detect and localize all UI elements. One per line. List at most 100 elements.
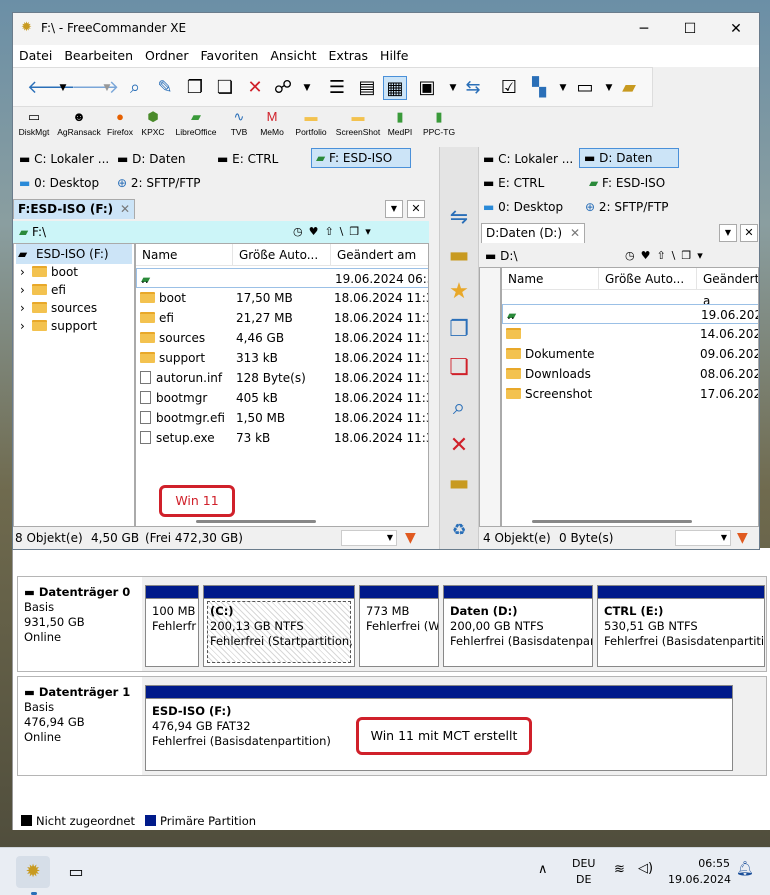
left-tab[interactable]: F:ESD-ISO (F:) ✕ — [13, 199, 135, 219]
partition-recovery[interactable]: 100 MB Fehlerfr — [145, 585, 199, 667]
right-drive-sftp[interactable]: ⊕ 2: SFTP/FTP — [581, 197, 673, 217]
partition-e[interactable]: CTRL (E:) 530,51 GB NTFS Fehlerfrei (Basis… — [597, 585, 765, 667]
search-icon[interactable]: ⌕ — [442, 391, 476, 425]
tool-agransack[interactable]: ☻ AgRansack — [55, 109, 103, 137]
left-drive-d[interactable]: ▬ D: Daten — [113, 149, 190, 169]
move-icon[interactable]: ❏ — [213, 76, 237, 100]
tool-portfolio[interactable]: ▬ Portfolio — [291, 109, 331, 137]
forward-dropdown-icon[interactable]: ▼ — [95, 76, 119, 100]
tree-view-icon[interactable]: ☰ — [325, 76, 349, 100]
menu-hilfe[interactable]: Hilfe — [374, 45, 414, 63]
freecommander-taskbar-icon[interactable]: ✹ — [16, 856, 50, 888]
path-tools-icon[interactable]: ◷♥⇧\❐▾ — [293, 221, 377, 243]
filter-dropdown[interactable]: ▼ — [675, 530, 731, 546]
table-row[interactable]: ▰..19.06.2024 — [502, 304, 758, 324]
delete-icon[interactable]: ✕ — [243, 76, 267, 100]
tab-close-icon[interactable]: ✕ — [570, 224, 580, 243]
volume-icon[interactable]: ◁) — [638, 861, 653, 876]
chevron-up-icon[interactable]: ∧ — [538, 862, 548, 877]
forward-icon[interactable]: 🡒 — [71, 76, 119, 100]
wifi-icon[interactable]: ≋ — [614, 862, 625, 877]
column-name[interactable]: Name — [136, 244, 232, 266]
layout-dropdown-icon[interactable]: ▼ — [551, 76, 575, 100]
favorites-star-icon[interactable]: ★ — [442, 275, 476, 309]
preview-icon[interactable]: ▣ — [415, 76, 439, 100]
tab-menu-icon[interactable]: ▼ — [385, 200, 403, 218]
filter-icon[interactable]: ▼ — [405, 527, 416, 549]
tool-libreoffice[interactable]: ▰ LibreOffice — [171, 109, 221, 137]
left-path-bar[interactable]: ▰ F:\ ◷♥⇧\❐▾ — [13, 221, 429, 243]
tool-tvb[interactable]: ∿ TVB — [227, 109, 251, 137]
right-tab[interactable]: D:Daten (D:) ✕ — [481, 223, 585, 243]
column-size[interactable]: Größe Auto... — [232, 244, 330, 266]
column-date[interactable]: Geändert a — [696, 268, 758, 308]
column-name[interactable]: Name — [502, 268, 598, 290]
right-drive-d[interactable]: ▬ D: Daten — [579, 148, 679, 168]
copy-files-icon[interactable]: ❐ — [442, 313, 476, 347]
details-view-icon[interactable]: ▦ — [383, 76, 407, 100]
checklist-icon[interactable]: ☑ — [497, 76, 521, 100]
right-drive-f[interactable]: ▰ F: ESD-ISO — [585, 173, 669, 193]
menu-bearbeiten[interactable]: Bearbeiten — [58, 45, 139, 63]
left-drive-sftp[interactable]: ⊕ 2: SFTP/FTP — [113, 173, 205, 193]
left-drive-c[interactable]: ▬ C: Lokaler ... — [15, 149, 113, 169]
tool-firefox[interactable]: ● Firefox — [105, 109, 135, 137]
right-drive-c[interactable]: ▬ C: Lokaler ... — [479, 149, 577, 169]
tool-screenshot[interactable]: ▬ ScreenShot — [333, 109, 383, 137]
move-files-icon[interactable]: ❏ — [442, 351, 476, 385]
menu-ansicht[interactable]: Ansicht — [264, 45, 322, 63]
copy-icon[interactable]: ❐ — [183, 76, 207, 100]
layout-icon[interactable]: ▚ — [527, 76, 551, 100]
horizontal-scrollbar[interactable] — [196, 520, 316, 523]
left-drive-desktop[interactable]: ▬ 0: Desktop — [15, 173, 103, 193]
menu-extras[interactable]: Extras — [323, 45, 375, 63]
tool-kpxc[interactable]: ⬢ KPXC — [139, 109, 167, 137]
right-folder-tree-collapsed[interactable] — [479, 267, 501, 527]
swap-panels-icon[interactable]: ⇋ — [442, 201, 476, 235]
table-row[interactable]: Downloads08.06.2024 — [502, 364, 758, 384]
tab-close-button[interactable]: ✕ — [740, 224, 758, 242]
disk-0-row[interactable]: ▬ Datenträger 0 Basis 931,50 GB Online 1… — [17, 576, 767, 672]
menu-datei[interactable]: Datei — [13, 45, 58, 63]
delete-icon[interactable]: ✕ — [442, 429, 476, 463]
maximize-button[interactable]: ☐ — [667, 13, 713, 45]
right-path-bar[interactable]: ▬ D:\ ◷♥⇧\❐▾ — [479, 245, 759, 267]
folder-minus-icon[interactable]: ▬ — [442, 239, 476, 273]
right-drive-e[interactable]: ▬ E: CTRL — [479, 173, 548, 193]
table-row[interactable]: Dokumente09.06.2024 — [502, 344, 758, 364]
edit-icon[interactable]: ✎ — [153, 76, 177, 100]
tree-root[interactable]: ▰ ESD-ISO (F:) — [16, 244, 132, 264]
column-size[interactable]: Größe Auto... — [598, 268, 696, 290]
notification-bell-icon[interactable]: 🔔︎ — [736, 861, 754, 877]
sync-icon[interactable]: ⇆ — [461, 76, 485, 100]
folder-s-icon[interactable]: ▰ — [617, 76, 641, 100]
table-row[interactable]: autorun.inf 128 Byte(s) 18.06.2024 11:3 — [136, 368, 428, 388]
right-drive-desktop[interactable]: ▬ 0: Desktop — [479, 197, 567, 217]
table-row[interactable]: bootmgr 405 kB 18.06.2024 11:3 — [136, 388, 428, 408]
left-drive-e[interactable]: ▬ E: CTRL — [213, 149, 282, 169]
partition-winre[interactable]: 773 MB Fehlerfrei (W — [359, 585, 439, 667]
menu-favoriten[interactable]: Favoriten — [195, 45, 265, 63]
partition-c[interactable]: (C:) 200,13 GB NTFS Fehlerfrei (Startparti… — [203, 585, 355, 667]
back-icon[interactable]: 🡐 — [27, 76, 75, 100]
title-bar[interactable]: ✹ F:\ - FreeCommander XE ─ ☐ ✕ — [13, 13, 759, 45]
table-row[interactable]: 14.06.2024 — [502, 324, 758, 344]
binoculars-dropdown-icon[interactable]: ▼ — [295, 76, 319, 100]
tab-close-button[interactable]: ✕ — [407, 200, 425, 218]
tool-diskmgt[interactable]: ▭ DiskMgt — [15, 109, 53, 137]
tool-memo[interactable]: M MeMo — [257, 109, 287, 137]
left-drive-f[interactable]: ▰ F: ESD-ISO — [311, 148, 411, 168]
language-indicator[interactable]: DEU DE — [572, 856, 595, 888]
disk-management-taskbar-icon[interactable]: ▭ — [64, 860, 88, 884]
filter-icon[interactable]: ▼ — [737, 527, 748, 549]
filter-dropdown[interactable]: ▼ — [341, 530, 397, 546]
table-row[interactable]: boot 17,50 MB 18.06.2024 11:3 — [136, 288, 428, 308]
sync-folder-icon[interactable]: ▬ — [442, 467, 476, 501]
path-tools-icon[interactable]: ◷♥⇧\❐▾ — [625, 245, 709, 267]
list-view-icon[interactable]: ▤ — [355, 76, 379, 100]
table-row[interactable]: Screenshot17.06.2024 — [502, 384, 758, 404]
table-row[interactable]: efi 21,27 MB 18.06.2024 11:3 — [136, 308, 428, 328]
tool-medpi[interactable]: ▮ MedPI — [385, 109, 415, 137]
close-button[interactable]: ✕ — [713, 13, 759, 45]
window-icon[interactable]: ▭ — [573, 76, 597, 100]
